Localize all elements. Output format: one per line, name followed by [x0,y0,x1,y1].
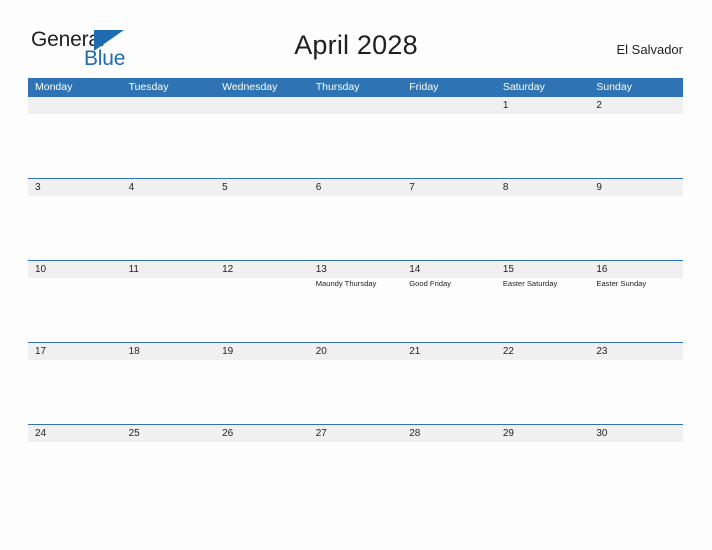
day-number [222,98,309,114]
day-cell[interactable] [122,97,216,178]
day-cell[interactable]: 27 [309,425,403,506]
day-number: 7 [409,182,415,193]
day-number: 17 [35,346,47,357]
day-number: 22 [502,346,514,357]
day-cell[interactable]: 2 [589,97,683,178]
day-cell[interactable]: 11 [122,261,216,342]
day-cell[interactable]: 30 [589,425,683,506]
calendar-week-row: 1 2 [28,96,683,178]
day-event: Easter Sunday [596,279,647,288]
day-cell[interactable]: 6 [309,179,403,260]
day-cell[interactable]: 24 [28,425,122,506]
day-cell[interactable]: 7 [402,179,496,260]
weekday-header-friday: Friday [409,81,439,93]
day-cell[interactable] [309,97,403,178]
day-cell[interactable]: 21 [402,343,496,424]
day-number: 2 [596,100,602,111]
day-number: 18 [128,346,140,357]
day-cell[interactable]: 15 Easter Saturday [496,261,590,342]
day-cell[interactable]: 23 [589,343,683,424]
day-number: 12 [222,264,234,275]
day-number: 26 [222,428,234,439]
day-cell[interactable]: 8 [496,179,590,260]
day-number: 16 [596,264,608,275]
day-cell[interactable]: 20 [309,343,403,424]
day-cell[interactable] [28,97,122,178]
day-number: 8 [502,182,509,193]
day-cell[interactable]: 22 [496,343,590,424]
day-cell[interactable] [215,97,309,178]
day-cell[interactable]: 12 [215,261,309,342]
day-cell[interactable]: 16 Easter Sunday [589,261,683,342]
day-cell[interactable]: 29 [496,425,590,506]
weekday-header-tuesday: Tuesday [128,81,169,93]
day-number: 15 [502,264,514,275]
weekday-header-wednesday: Wednesday [222,81,278,93]
weekday-header-sunday: Sunday [596,81,632,93]
day-number [35,98,122,114]
page-header: General Blue April 2028 El Salvador [0,0,712,78]
calendar-week-row: 3 4 5 6 7 8 9 [28,178,683,260]
calendar-week-row: 17 18 19 20 21 22 23 [28,342,683,424]
day-cell[interactable]: 19 [215,343,309,424]
day-cell[interactable]: 17 [28,343,122,424]
day-event: Easter Saturday [502,279,558,288]
day-number: 29 [502,428,514,439]
day-number: 13 [315,264,327,275]
day-number: 19 [222,346,234,357]
day-event: Good Friday [409,279,452,288]
day-cell[interactable]: 28 [402,425,496,506]
day-cell[interactable]: 25 [122,425,216,506]
calendar-grid: Monday Tuesday Wednesday Thursday Friday… [28,78,683,506]
day-cell[interactable]: 9 [589,179,683,260]
day-number: 24 [35,428,47,439]
weekday-header-saturday: Saturday [502,81,545,93]
day-number: 3 [35,182,41,193]
day-number: 20 [315,346,327,357]
day-number: 10 [35,264,47,275]
day-number: 27 [315,428,327,439]
day-cell[interactable]: 26 [215,425,309,506]
day-number: 4 [128,182,135,193]
day-cell[interactable]: 18 [122,343,216,424]
day-number [409,98,496,114]
day-number [316,98,403,114]
day-number: 28 [409,428,421,439]
page-title: April 2028 [294,30,418,60]
day-number: 25 [128,428,140,439]
day-number: 21 [409,346,421,357]
region-label: El Salvador [616,42,683,57]
day-event: Maundy Thursday [315,279,377,288]
day-number: 30 [596,428,608,439]
weekday-header-monday: Monday [35,81,73,93]
day-number: 11 [128,264,139,275]
day-number: 5 [222,182,228,193]
day-cell[interactable]: 13 Maundy Thursday [309,261,403,342]
day-number: 1 [502,100,509,111]
day-number: 23 [596,346,608,357]
day-number: 14 [409,264,421,275]
day-cell[interactable]: 5 [215,179,309,260]
day-cell[interactable]: 14 Good Friday [402,261,496,342]
weekday-header-thursday: Thursday [315,81,360,93]
day-number: 9 [596,182,602,193]
day-cell[interactable] [402,97,496,178]
day-cell[interactable]: 4 [122,179,216,260]
day-cell[interactable]: 3 [28,179,122,260]
calendar-week-row: 24 25 26 27 28 29 30 [28,424,683,506]
weekday-header-row: Monday Tuesday Wednesday Thursday Friday… [28,78,683,96]
day-number: 6 [315,182,322,193]
day-cell[interactable]: 1 [496,97,590,178]
day-number [129,98,216,114]
calendar-week-row: 10 11 12 13 Maundy Thursday 14 Good Frid… [28,260,683,342]
day-cell[interactable]: 10 [28,261,122,342]
